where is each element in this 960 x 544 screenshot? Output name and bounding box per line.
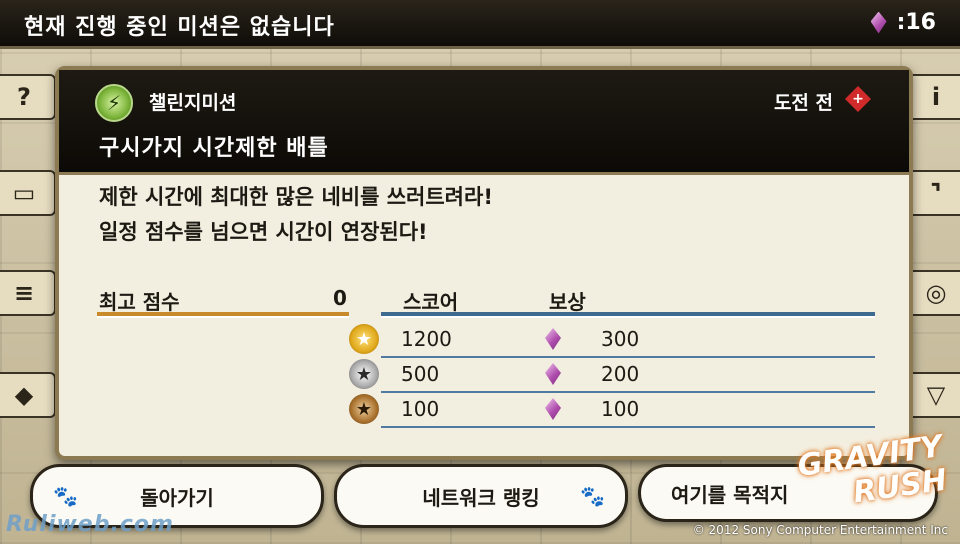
back-button-label: 돌아가기 — [140, 485, 214, 510]
ranking-button-label: 네트워크 랭킹 — [422, 485, 540, 510]
reward-row-silver: ★ 500 200 — [349, 359, 875, 393]
site-watermark: Ruliweb.com — [6, 512, 174, 537]
reward-divider — [381, 312, 875, 318]
gem-icon — [870, 11, 887, 34]
left-tab-drop-icon[interactable]: ◆ — [0, 372, 56, 418]
mission-description: 제한 시간에 최대한 많은 네비를 쓰러트려라! 일정 점수를 넘으면 시간이 … — [99, 180, 493, 250]
score-header: 스코어 — [403, 290, 459, 314]
reward-row-gold: ★ 1200 300 — [349, 324, 875, 358]
gem-icon — [545, 398, 561, 420]
gem-icon — [545, 363, 561, 385]
mission-type-label: 챌린지미션 — [149, 92, 237, 114]
top-status-bar: 현재 진행 중인 미션은 없습니다 :16 — [0, 0, 960, 49]
left-tab-list-icon[interactable]: ≡ — [0, 270, 56, 316]
row-divider — [381, 426, 875, 428]
row-reward: 300 — [601, 327, 640, 351]
mission-title: 구시가지 시간제한 배틀 — [99, 136, 329, 161]
gem-icon — [545, 328, 561, 350]
status-marker-icon: + — [845, 86, 871, 112]
row-reward: 200 — [601, 362, 640, 386]
copyright-notice: © 2012 Sony Computer Entertainment Inc — [692, 523, 948, 537]
row-score: 1200 — [401, 327, 452, 351]
best-score-divider — [97, 312, 349, 318]
mission-panel: ⚡ 챌린지미션 도전 전 + 구시가지 시간제한 배틀 제한 시간에 최대한 많… — [55, 66, 913, 460]
left-tab-screen-icon[interactable]: ▭ — [0, 170, 56, 216]
description-line-2: 일정 점수를 넘으면 시간이 연장된다! — [99, 220, 428, 244]
destination-button-label: 여기를 목적지 — [671, 482, 789, 507]
network-ranking-button[interactable]: 네트워크 랭킹 🐾 — [334, 464, 628, 528]
left-tab-help-icon[interactable]: ? — [0, 74, 56, 120]
reward-row-bronze: ★ 100 100 — [349, 394, 875, 428]
gold-medal-icon: ★ — [349, 324, 379, 354]
reward-header: 보상 — [549, 290, 586, 314]
row-score: 500 — [401, 362, 440, 386]
row-score: 100 — [401, 397, 440, 421]
row-divider — [381, 356, 875, 358]
row-reward: 100 — [601, 397, 640, 421]
paw-icon: 🐾 — [53, 484, 78, 508]
gem-count: :16 — [896, 10, 936, 35]
gem-counter: :16 — [870, 10, 936, 35]
mission-header: ⚡ 챌린지미션 도전 전 + 구시가지 시간제한 배틀 — [59, 70, 909, 175]
bronze-medal-icon: ★ — [349, 394, 379, 424]
description-line-1: 제한 시간에 최대한 많은 네비를 쓰러트려라! — [99, 185, 493, 209]
paw-icon: 🐾 — [580, 484, 605, 508]
silver-medal-icon: ★ — [349, 359, 379, 389]
mission-status-label: 도전 전 — [773, 92, 833, 114]
best-score-value: 0 — [333, 286, 347, 310]
row-divider — [381, 391, 875, 393]
challenge-bolt-icon: ⚡ — [95, 84, 133, 122]
best-score-label: 최고 점수 — [99, 290, 180, 314]
current-mission-message: 현재 진행 중인 미션은 없습니다 — [24, 15, 335, 40]
